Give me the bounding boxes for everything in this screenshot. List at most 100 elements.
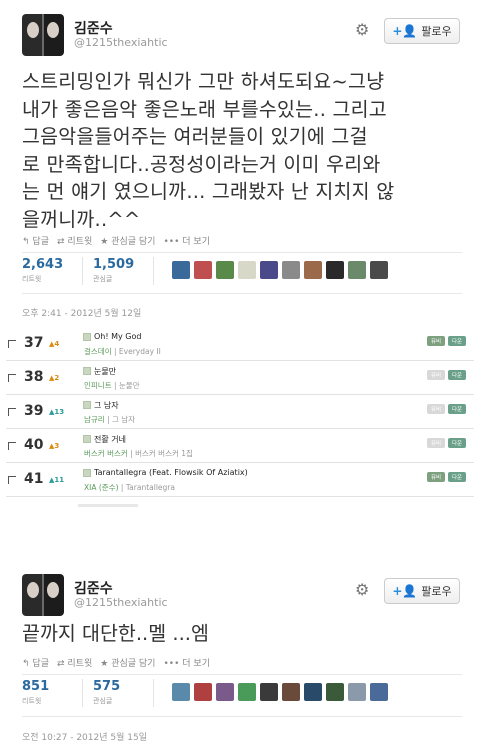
reply-action[interactable]: ↰ 답글 [22,656,49,669]
retweeter-avatar[interactable] [238,683,256,701]
user-name[interactable]: 김준수 [74,578,113,598]
retweeter-avatar[interactable] [172,683,190,701]
tweet-text: 끝까지 대단한..멜 ...엠 [22,622,209,645]
retweeter-avatar[interactable] [172,261,190,279]
mv-button[interactable]: 뮤비 [427,438,445,448]
retweet-label: 리트윗 [67,659,93,669]
mv-button[interactable]: 뮤비 [427,370,445,380]
more-icon: ••• [163,237,180,247]
chart-rank: 41 [24,471,44,487]
row-checkbox[interactable] [8,476,16,484]
row-checkbox[interactable] [8,408,16,416]
download-button[interactable]: 다운 [448,472,466,482]
retweeter-avatar[interactable] [348,683,366,701]
album-name[interactable]: Tarantallegra [126,483,175,492]
tweet-stats: 2,643 리트윗 1,509 관심글 [22,257,388,285]
retweet-action[interactable]: ⇄ 리트윗 [57,234,92,247]
favorite-action[interactable]: ★ 관심글 담기 [100,234,155,247]
artist-name[interactable]: 버스커 버스커 [84,449,128,458]
song-title[interactable]: 눈물만 [94,366,116,377]
retweeter-avatar[interactable] [216,683,234,701]
gear-icon[interactable]: ⚙ [355,20,369,39]
song-title[interactable]: 전활 거네 [94,434,126,445]
follow-button[interactable]: +👤 팔로우 [384,18,460,44]
retweeter-avatar[interactable] [260,683,278,701]
retweet-action[interactable]: ⇄ 리트윗 [57,656,92,669]
favorite-action[interactable]: ★ 관심글 담기 [100,656,155,669]
row-checkbox[interactable] [8,374,16,382]
album-separator: | [104,415,112,424]
download-button[interactable]: 다운 [448,404,466,414]
album-thumb-icon[interactable] [83,367,91,375]
artist-name[interactable]: 걸스데이 [84,347,112,356]
album-thumb-icon[interactable] [83,469,91,477]
favorite-count[interactable]: 575 관심글 [93,679,153,706]
stat-separator [153,679,154,707]
album-name[interactable]: Everyday II [119,347,161,356]
tweet-text-line: 내가 좋은음악 좋은노래 부를수있는.. 그리고 [22,97,387,121]
artist-name[interactable]: 인피니트 [84,381,112,390]
song-title[interactable]: Tarantallegra (Feat. Flowsik Of Aziatix) [94,468,248,477]
album-name[interactable]: 버스커 버스커 1집 [135,449,193,458]
avatar[interactable] [22,574,64,616]
artist-name[interactable]: XIA (준수) [84,483,119,492]
album-name[interactable]: 그 남자 [112,415,135,424]
more-action[interactable]: ••• 더 보기 [163,234,210,247]
retweeter-avatar[interactable] [326,261,344,279]
avatar[interactable] [22,14,64,56]
music-chart-list: 37 ▲4 Oh! My God 걸스데이 | Everyday II 뮤비 다운 38 ▲2… [6,327,474,509]
retweeter-avatar[interactable] [304,261,322,279]
mv-button[interactable]: 뮤비 [427,404,445,414]
retweeter-avatar[interactable] [216,261,234,279]
retweeter-avatar[interactable] [370,683,388,701]
song-title[interactable]: Oh! My God [94,332,141,341]
download-button[interactable]: 다운 [448,370,466,380]
user-handle[interactable]: @1215thexiahtic [74,36,168,49]
mv-button[interactable]: 뮤비 [427,336,445,346]
retweeter-avatar[interactable] [194,261,212,279]
row-checkbox[interactable] [8,340,16,348]
user-name[interactable]: 김준수 [74,18,113,38]
retweeter-avatar[interactable] [282,261,300,279]
follow-button[interactable]: +👤 팔로우 [384,578,460,604]
stat-separator [82,257,83,285]
artist-name[interactable]: 남규리 [84,415,105,424]
row-checkbox[interactable] [8,442,16,450]
download-button[interactable]: 다운 [448,438,466,448]
retweet-count-value: 851 [22,679,50,694]
favorite-count[interactable]: 1,509 관심글 [93,257,153,284]
mv-button[interactable]: 뮤비 [427,472,445,482]
album-name[interactable]: 눈물만 [119,381,140,390]
row-buttons: 뮤비 다운 [427,472,466,482]
retweeter-avatar[interactable] [348,261,366,279]
chart-rank: 40 [24,437,44,453]
song-title[interactable]: 그 남자 [94,400,119,411]
download-button[interactable]: 다운 [448,336,466,346]
retweeter-avatar[interactable] [282,683,300,701]
tweet-timestamp[interactable]: 오전 10:27 - 2012년 5월 15일 [22,730,147,743]
retweeter-avatars [172,683,388,701]
song-artist: 인피니트 | 눈물만 [84,380,140,391]
retweet-count[interactable]: 851 리트윗 [22,679,82,706]
more-action[interactable]: ••• 더 보기 [163,656,210,669]
tweet-text: 스트리밍인가 뭐신가 그만 하셔도되요~그냥 내가 좋은음악 좋은노래 부를수있… [22,68,462,233]
gear-icon[interactable]: ⚙ [355,580,369,599]
retweeter-avatar[interactable] [238,261,256,279]
tweet-text-line: 는 먼 얘기 였으니까... 그래봤자 난 지치지 않 [22,180,395,203]
user-handle[interactable]: @1215thexiahtic [74,596,168,609]
more-label: 더 보기 [182,659,210,669]
tweet-timestamp[interactable]: 오후 2:41 - 2012년 5월 12일 [22,306,141,319]
retweet-count[interactable]: 2,643 리트윗 [22,257,82,284]
retweeter-avatar[interactable] [326,683,344,701]
retweeter-avatar[interactable] [370,261,388,279]
divider [22,716,462,717]
stat-separator [153,257,154,285]
retweeter-avatar[interactable] [194,683,212,701]
retweet-label: 리트윗 [67,237,93,247]
album-thumb-icon[interactable] [83,333,91,341]
album-thumb-icon[interactable] [83,401,91,409]
reply-action[interactable]: ↰ 답글 [22,234,49,247]
retweeter-avatar[interactable] [304,683,322,701]
retweeter-avatar[interactable] [260,261,278,279]
album-thumb-icon[interactable] [83,435,91,443]
